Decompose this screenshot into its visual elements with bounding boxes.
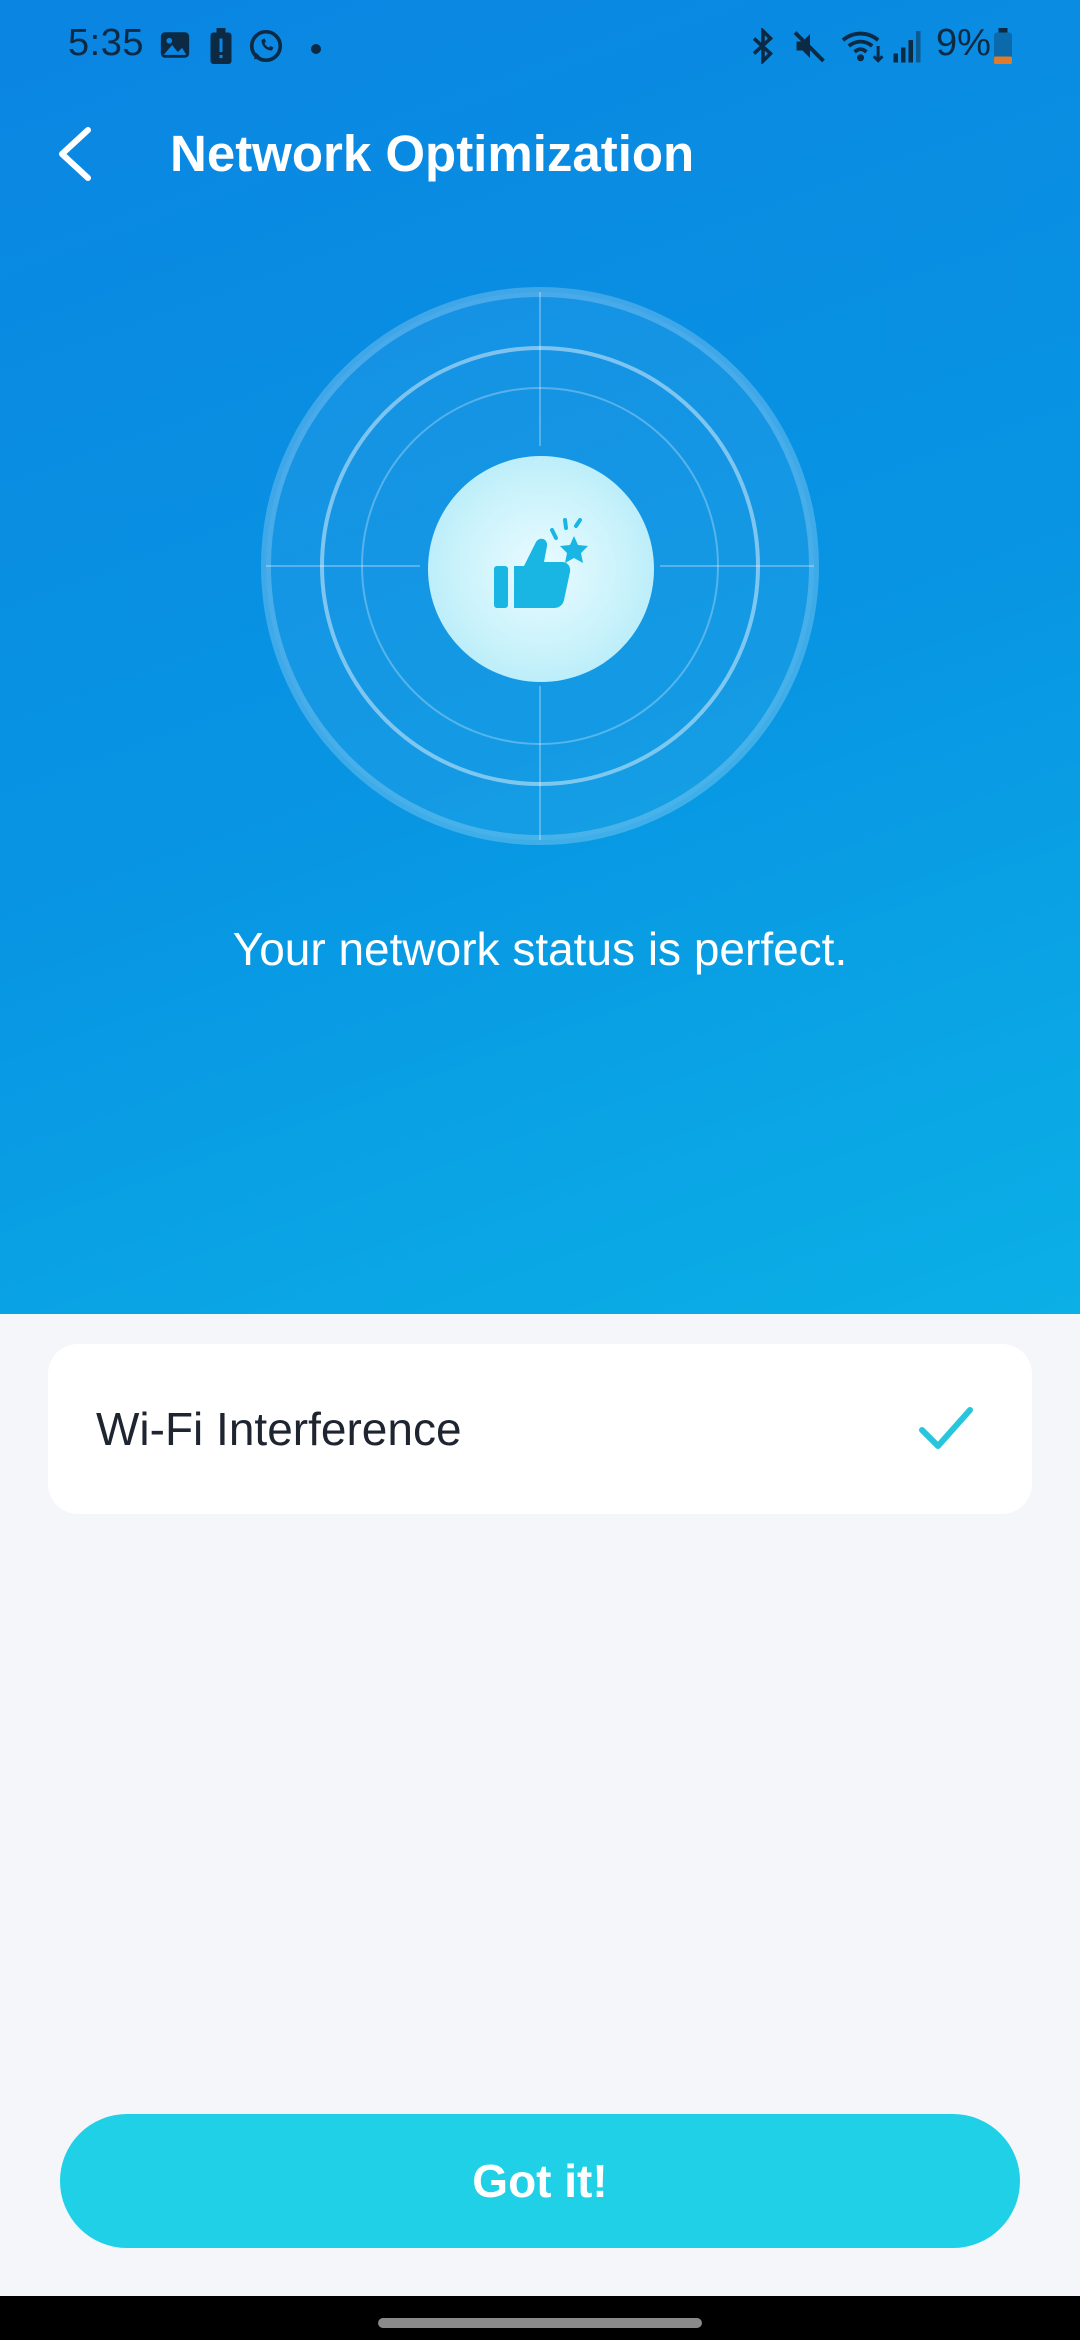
thumbs-up-icon [494, 518, 588, 608]
wifi-icon [840, 28, 884, 69]
battery-icon [992, 28, 1014, 69]
check-item-wifi-interference[interactable]: Wi-Fi Interference [48, 1344, 1032, 1514]
gallery-icon [158, 28, 192, 67]
status-badge [428, 456, 654, 682]
check-icon [919, 1407, 973, 1449]
battery-alert-icon [208, 28, 234, 69]
home-indicator[interactable] [378, 2318, 702, 2328]
page-title: Network Optimization [170, 125, 695, 182]
got-it-button[interactable]: Got it! [60, 2114, 1020, 2248]
chevron-left-icon [59, 127, 91, 181]
status-message: Your network status is perfect. [232, 923, 848, 975]
status-time: 5:35 [68, 22, 144, 64]
back-button[interactable] [44, 116, 112, 192]
battery-percent: 9% [936, 22, 991, 64]
status-bar: 5:35 9% [0, 0, 1080, 96]
whatsapp-icon [248, 28, 284, 69]
check-item-label: Wi-Fi Interference [96, 1403, 462, 1455]
bluetooth-icon [748, 26, 778, 69]
mute-icon [792, 28, 828, 69]
signal-icon [892, 28, 922, 69]
dot-icon [310, 42, 322, 60]
